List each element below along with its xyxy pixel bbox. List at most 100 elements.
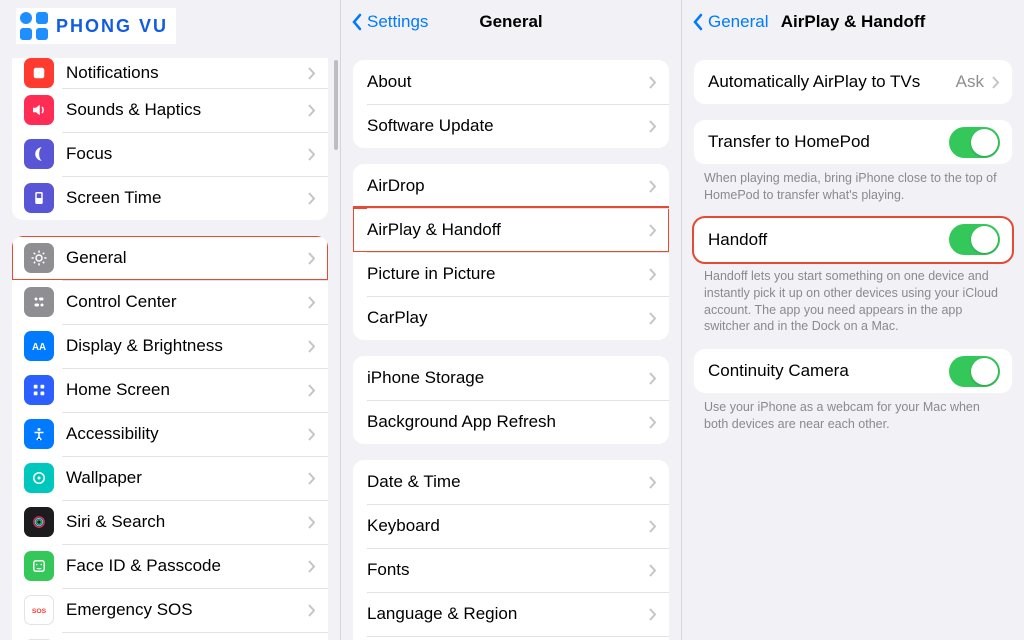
row-label: Background App Refresh — [367, 412, 649, 432]
row-about[interactable]: About — [353, 60, 669, 104]
row-label: About — [367, 72, 649, 92]
row-airdrop[interactable]: AirDrop — [353, 164, 669, 208]
row-iphone-storage[interactable]: iPhone Storage — [353, 356, 669, 400]
chevron-right-icon — [308, 67, 316, 80]
general-group-about: About Software Update — [353, 60, 669, 148]
row-label: Face ID & Passcode — [66, 556, 308, 576]
chevron-right-icon — [649, 312, 657, 325]
row-wallpaper[interactable]: Wallpaper — [12, 456, 328, 500]
nav-bar: Settings General — [341, 0, 681, 44]
row-picture-in-picture[interactable]: Picture in Picture — [353, 252, 669, 296]
row-keyboard[interactable]: Keyboard — [353, 504, 669, 548]
general-group-storage: iPhone Storage Background App Refresh — [353, 356, 669, 444]
logo-text: PHONG VU — [56, 16, 168, 37]
row-siri-search[interactable]: Siri & Search — [12, 500, 328, 544]
toggle-handoff[interactable] — [949, 224, 1000, 255]
row-label: General — [66, 248, 308, 268]
chevron-right-icon — [649, 224, 657, 237]
chevron-right-icon — [649, 520, 657, 533]
row-fonts[interactable]: Fonts — [353, 548, 669, 592]
toggle-continuity-camera[interactable] — [949, 356, 1000, 387]
handoff-group: Handoff — [694, 218, 1012, 262]
row-carplay[interactable]: CarPlay — [353, 296, 669, 340]
row-label: Display & Brightness — [66, 336, 308, 356]
row-notifications[interactable]: Notifications — [12, 58, 328, 88]
nav-title: General — [479, 12, 542, 32]
row-software-update[interactable]: Software Update — [353, 104, 669, 148]
row-label: Sounds & Haptics — [66, 100, 308, 120]
general-panel: Settings General About Software Update A… — [341, 0, 682, 640]
nav-title: AirPlay & Handoff — [781, 12, 926, 32]
chevron-right-icon — [649, 564, 657, 577]
back-button[interactable]: General — [692, 12, 768, 32]
row-label: Continuity Camera — [708, 361, 949, 381]
chevron-right-icon — [308, 604, 316, 617]
row-focus[interactable]: Focus — [12, 132, 328, 176]
chevron-right-icon — [649, 180, 657, 193]
row-sounds-haptics[interactable]: Sounds & Haptics — [12, 88, 328, 132]
chevron-right-icon — [308, 560, 316, 573]
row-dictionary[interactable]: Dictionary — [353, 636, 669, 640]
chevron-right-icon — [308, 296, 316, 309]
row-date-time[interactable]: Date & Time — [353, 460, 669, 504]
row-value: Ask — [956, 72, 984, 92]
settings-group-general: General Control Center AA Display & Brig… — [12, 236, 328, 640]
back-button[interactable]: Settings — [351, 12, 428, 32]
chevron-left-icon — [692, 13, 704, 31]
sounds-icon — [24, 95, 54, 125]
row-label: Emergency SOS — [66, 600, 308, 620]
display-icon: AA — [24, 331, 54, 361]
chevron-right-icon — [649, 416, 657, 429]
chevron-right-icon — [649, 608, 657, 621]
chevron-right-icon — [649, 372, 657, 385]
wallpaper-icon — [24, 463, 54, 493]
footer-transfer-homepod: When playing media, bring iPhone close t… — [682, 164, 1024, 204]
general-icon — [24, 243, 54, 273]
row-transfer-homepod: Transfer to HomePod — [694, 120, 1012, 164]
row-label: Control Center — [66, 292, 308, 312]
row-label: Handoff — [708, 230, 949, 250]
chevron-right-icon — [308, 252, 316, 265]
chevron-right-icon — [308, 104, 316, 117]
row-display-brightness[interactable]: AA Display & Brightness — [12, 324, 328, 368]
notifications-icon — [24, 58, 54, 88]
continuity-camera-group: Continuity Camera — [694, 349, 1012, 393]
row-emergency-sos[interactable]: SOS Emergency SOS — [12, 588, 328, 632]
footer-handoff: Handoff lets you start something on one … — [682, 262, 1024, 336]
row-auto-airplay-tvs[interactable]: Automatically AirPlay to TVs Ask — [694, 60, 1012, 104]
logo: PHONG VU — [16, 8, 176, 44]
row-language-region[interactable]: Language & Region — [353, 592, 669, 636]
row-exposure-notifications[interactable]: Exposure Notifications — [12, 632, 328, 640]
chevron-left-icon — [351, 13, 363, 31]
general-group-connectivity: AirDrop AirPlay & Handoff Picture in Pic… — [353, 164, 669, 340]
chevron-right-icon — [649, 120, 657, 133]
svg-text:SOS: SOS — [32, 608, 47, 615]
row-home-screen[interactable]: Home Screen — [12, 368, 328, 412]
row-control-center[interactable]: Control Center — [12, 280, 328, 324]
chevron-right-icon — [308, 340, 316, 353]
chevron-right-icon — [308, 516, 316, 529]
row-background-app-refresh[interactable]: Background App Refresh — [353, 400, 669, 444]
sos-icon: SOS — [24, 595, 54, 625]
row-screen-time[interactable]: Screen Time — [12, 176, 328, 220]
back-label: Settings — [367, 12, 428, 32]
scrollbar[interactable] — [334, 60, 338, 150]
row-general[interactable]: General — [12, 236, 328, 280]
row-label: Picture in Picture — [367, 264, 649, 284]
svg-text:AA: AA — [32, 342, 46, 353]
row-label: Home Screen — [66, 380, 308, 400]
chevron-right-icon — [308, 192, 316, 205]
home-screen-icon — [24, 375, 54, 405]
settings-group-attention: Notifications Sounds & Haptics Focus Scr… — [12, 58, 328, 220]
row-label: CarPlay — [367, 308, 649, 328]
row-faceid-passcode[interactable]: Face ID & Passcode — [12, 544, 328, 588]
toggle-transfer-homepod[interactable] — [949, 127, 1000, 158]
row-airplay-handoff[interactable]: AirPlay & Handoff — [353, 208, 669, 252]
chevron-right-icon — [649, 476, 657, 489]
row-accessibility[interactable]: Accessibility — [12, 412, 328, 456]
general-group-locale: Date & Time Keyboard Fonts Language & Re… — [353, 460, 669, 640]
chevron-right-icon — [308, 148, 316, 161]
row-label: Accessibility — [66, 424, 308, 444]
row-label: Fonts — [367, 560, 649, 580]
row-continuity-camera: Continuity Camera — [694, 349, 1012, 393]
